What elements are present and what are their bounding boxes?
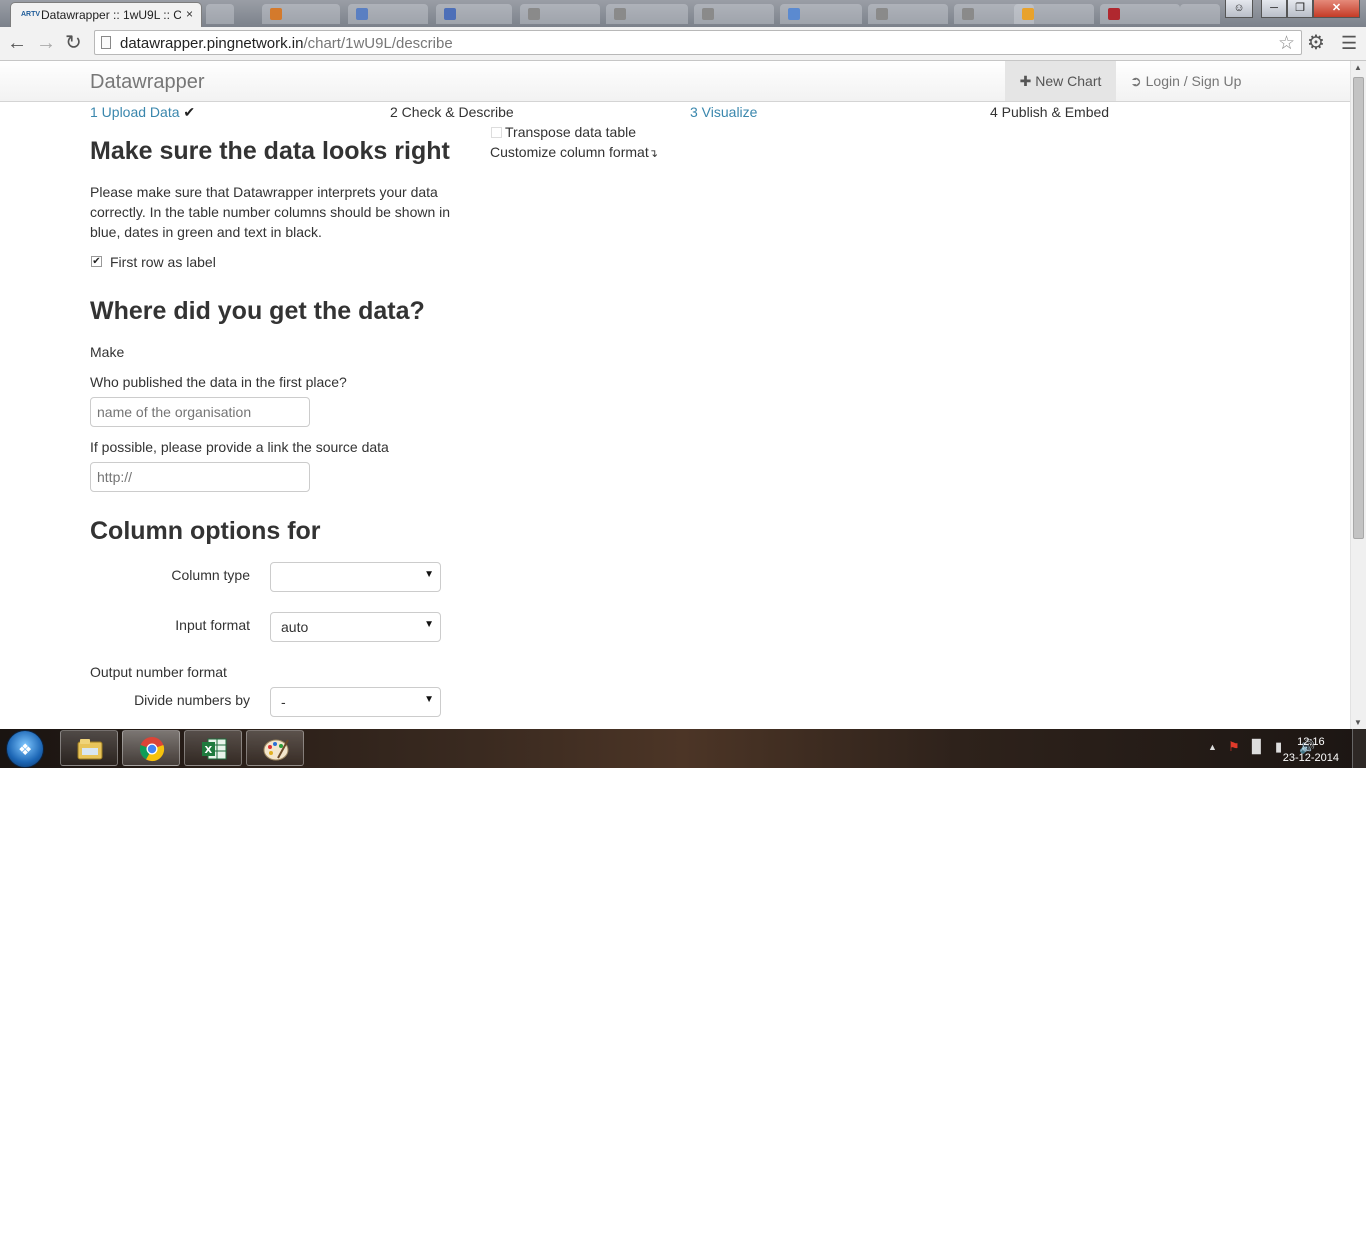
taskbar-excel[interactable]: X (184, 730, 242, 766)
step-check-describe: 2 Check & Describe (390, 104, 514, 120)
scroll-up-icon[interactable]: ▲ (1354, 63, 1362, 72)
background-tab[interactable] (1014, 4, 1094, 24)
extension-gear-icon[interactable]: ⚙ (1307, 31, 1325, 55)
new-chart-button[interactable]: ✚ New Chart (1005, 61, 1116, 101)
publisher-input[interactable] (90, 397, 310, 427)
scrollbar-thumb[interactable] (1353, 77, 1364, 539)
page-viewport: Datawrapper ✚ New Chart ➲ Login / Sign U… (0, 61, 1350, 729)
favicon-icon: ARTV (21, 11, 41, 18)
svg-text:X: X (205, 745, 213, 756)
checkmark-icon: ✔ (183, 104, 196, 120)
background-tab[interactable] (1180, 4, 1220, 24)
reload-icon[interactable]: ↻ (65, 31, 82, 55)
page-scrollbar[interactable]: ▲ ▼ (1350, 61, 1366, 729)
transpose-label[interactable]: Transpose data table (505, 122, 636, 142)
column-type-label: Column type (171, 567, 250, 583)
step-upload-data[interactable]: 1 Upload Data ✔ (90, 104, 195, 121)
menu-icon[interactable]: ☰ (1341, 31, 1357, 55)
background-tab[interactable] (262, 4, 340, 24)
customize-column-format-link[interactable]: Customize column format↴ (490, 142, 658, 164)
chrome-icon (139, 737, 165, 762)
paint-icon (263, 739, 289, 761)
heading-data-source: Where did you get the data? (90, 297, 425, 325)
show-hidden-icons-icon[interactable]: ▲ (1208, 742, 1217, 752)
tab-close-icon[interactable]: × (186, 7, 193, 21)
source-link-label: If possible, please provide a link the s… (90, 439, 389, 455)
source-link-input[interactable] (90, 462, 310, 492)
heading-check-data: Make sure the data looks right (90, 137, 450, 165)
back-icon[interactable]: ← (7, 31, 27, 55)
cursor-icon: ↴ (648, 148, 658, 160)
transpose-checkbox[interactable] (491, 127, 502, 138)
windows-taskbar: ❖ X ▲ ⚑ ▉ ▮ 🔊 12:16 23-12-2014 (0, 729, 1366, 768)
show-desktop-button[interactable] (1352, 729, 1366, 768)
network-signal-icon[interactable]: ▉ (1252, 739, 1262, 755)
file-explorer-icon (77, 739, 103, 760)
power-icon[interactable]: ▮ (1275, 739, 1282, 755)
step-publish-embed: 4 Publish & Embed (990, 104, 1110, 120)
minimize-icon[interactable]: ─ (1261, 0, 1287, 18)
new-tab-button[interactable] (206, 4, 234, 24)
background-tab[interactable] (780, 4, 862, 24)
background-tab[interactable] (694, 4, 774, 24)
dropdown-arrow-icon: ▼ (424, 694, 434, 705)
login-button[interactable]: ➲ Login / Sign Up (1130, 61, 1241, 101)
column-type-select[interactable]: ▼ (270, 562, 441, 592)
excel-icon: X (202, 738, 227, 760)
browser-toolbar: ← → ↻ datawrapper.pingnetwork.in/chart/1… (0, 27, 1366, 61)
background-tab[interactable] (436, 4, 512, 24)
input-format-label: Input format (175, 617, 250, 633)
taskbar-file-explorer[interactable] (60, 730, 118, 766)
first-row-label-text[interactable]: First row as label (110, 252, 216, 272)
clock-date: 23-12-2014 (1282, 752, 1339, 764)
background-tab[interactable] (606, 4, 688, 24)
dropdown-arrow-icon: ▼ (424, 569, 434, 580)
system-tray: ▲ ⚑ ▉ ▮ 🔊 12:16 23-12-2014 (1151, 729, 1366, 768)
heading-column-options: Column options for (90, 517, 321, 545)
browser-tab-strip: ARTV Datawrapper :: 1wU9L :: Ch × ☺ ─ ❐ … (0, 0, 1366, 27)
login-icon: ➲ (1130, 73, 1142, 89)
address-bar[interactable]: datawrapper.pingnetwork.in/chart/1wU9L/d… (94, 30, 1302, 55)
first-row-label-checkbox[interactable]: ✔ (91, 256, 102, 267)
taskbar-chrome[interactable] (122, 730, 180, 766)
divide-numbers-select[interactable]: - ▼ (270, 687, 441, 717)
dropdown-arrow-icon: ▼ (424, 619, 434, 630)
tab-title: Datawrapper :: 1wU9L :: Ch (41, 8, 181, 22)
taskbar-paint[interactable] (246, 730, 304, 766)
bookmark-star-icon[interactable]: ☆ (1278, 32, 1295, 55)
tab-datawrapper[interactable]: ARTV Datawrapper :: 1wU9L :: Ch × (10, 2, 202, 27)
clock-time: 12:16 (1297, 736, 1325, 748)
brand-logo[interactable]: Datawrapper (90, 71, 205, 94)
page-icon (101, 36, 111, 49)
step-visualize[interactable]: 3 Visualize (690, 104, 757, 120)
forward-icon[interactable]: → (36, 31, 56, 55)
url-text: datawrapper.pingnetwork.in/chart/1wU9L/d… (120, 35, 453, 52)
divide-numbers-label: Divide numbers by (134, 692, 250, 708)
start-button[interactable]: ❖ (6, 730, 44, 768)
input-format-select[interactable]: auto ▼ (270, 612, 441, 642)
windows-logo-icon: ❖ (18, 742, 33, 759)
check-description: Please make sure that Datawrapper interp… (90, 184, 451, 240)
clock[interactable]: 12:16 23-12-2014 (1283, 734, 1339, 766)
output-format-label: Output number format (90, 664, 227, 680)
scroll-down-icon[interactable]: ▼ (1354, 718, 1362, 727)
background-tab[interactable] (520, 4, 600, 24)
background-tab[interactable] (348, 4, 428, 24)
user-profile-icon[interactable]: ☺ (1225, 0, 1253, 18)
close-window-icon[interactable]: ✕ (1313, 0, 1360, 18)
background-tab[interactable] (1100, 4, 1180, 24)
publisher-label: Who published the data in the first plac… (90, 374, 347, 390)
top-navbar: Datawrapper ✚ New Chart ➲ Login / Sign U… (0, 61, 1350, 102)
restore-icon[interactable]: ❐ (1287, 0, 1313, 18)
action-center-flag-icon[interactable]: ⚑ (1228, 739, 1240, 755)
plus-icon: ✚ (1019, 73, 1032, 89)
make-text: Make (90, 344, 125, 360)
background-tab[interactable] (868, 4, 948, 24)
